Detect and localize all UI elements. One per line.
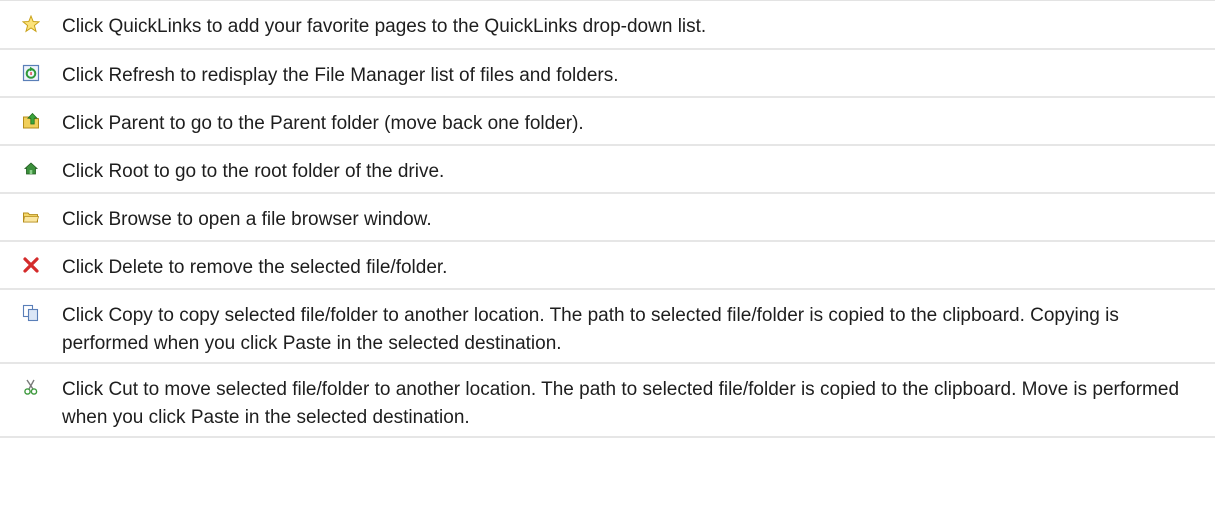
row-description: Click Delete to remove the selected file… (62, 257, 448, 278)
parent-folder-icon (22, 112, 62, 130)
table-row-parent: Click Parent to go to the Parent folder … (0, 98, 1215, 146)
copy-icon (22, 304, 62, 322)
browse-folder-icon (22, 208, 62, 226)
row-description: Click Cut to move selected file/folder t… (62, 379, 1180, 428)
table-row-root: Click Root to go to the root folder of t… (0, 146, 1215, 194)
row-description: Click Browse to open a file browser wind… (62, 209, 432, 230)
table-row-browse: Click Browse to open a file browser wind… (0, 194, 1215, 242)
table-row-copy: Click Copy to copy selected file/folder … (0, 290, 1215, 364)
row-description: Click Refresh to redisplay the File Mana… (62, 65, 619, 86)
delete-icon (22, 256, 62, 274)
row-description: Click QuickLinks to add your favorite pa… (62, 16, 707, 37)
refresh-icon (22, 64, 62, 82)
root-folder-icon (22, 160, 62, 178)
table-row-refresh: Click Refresh to redisplay the File Mana… (0, 50, 1215, 98)
row-description: Click Copy to copy selected file/folder … (62, 305, 1119, 354)
table-row-delete: Click Delete to remove the selected file… (0, 242, 1215, 290)
cut-icon (22, 378, 62, 396)
toolbar-icon-reference-table: Click QuickLinks to add your favorite pa… (0, 0, 1215, 438)
row-description: Click Parent to go to the Parent folder … (62, 113, 584, 134)
table-row-cut: Click Cut to move selected file/folder t… (0, 364, 1215, 438)
row-description: Click Root to go to the root folder of t… (62, 161, 445, 182)
star-icon (22, 15, 62, 33)
table-row-quicklinks: Click QuickLinks to add your favorite pa… (0, 1, 1215, 50)
